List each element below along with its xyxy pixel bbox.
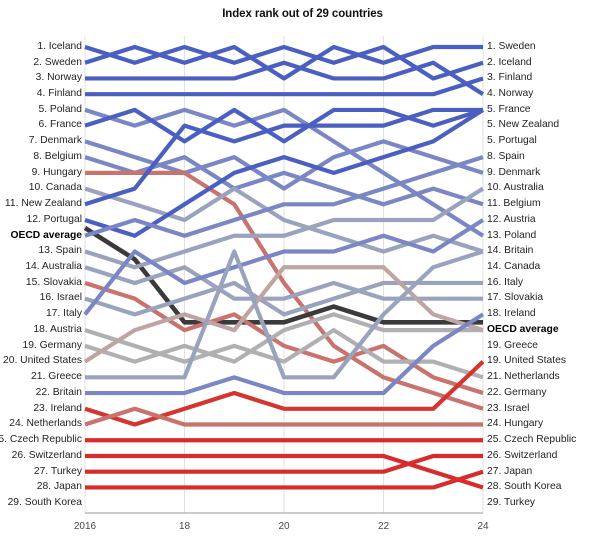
rank-label-left: 23. Ireland (33, 402, 82, 414)
rank-label-left: 2. Sweden (33, 56, 82, 68)
rank-label-left: 1. Iceland (37, 40, 82, 52)
rank-label-left: 3. Norway (35, 72, 82, 84)
rank-label-left: 8. Belgium (33, 150, 82, 162)
rank-label-left: 7. Denmark (28, 135, 82, 147)
x-tick-label: 24 (477, 521, 489, 532)
rank-label-right: 9. Denmark (487, 166, 541, 178)
rank-label-right: 28. South Korea (487, 481, 562, 493)
rank-label-right: 27. Japan (487, 465, 533, 477)
rank-label-right: 5. France (487, 103, 531, 115)
x-tick-label: 2016 (73, 521, 97, 532)
rank-label-left: 26. Switzerland (11, 449, 82, 461)
rank-label-left: 18. Austria (33, 323, 82, 335)
rank-label-left: 10. Canada (28, 182, 82, 194)
rank-label-left: 28. Japan (36, 481, 82, 493)
rank-label-left: 22. Britain (35, 386, 82, 398)
rank-label-right: 18. Ireland (487, 308, 536, 320)
rank-label-left: 15. Slovakia (25, 276, 82, 288)
x-tick-label: 22 (377, 521, 390, 532)
rank-label-right: 10. Australia (487, 182, 544, 194)
x-tick-label: 20 (278, 521, 290, 532)
rank-label-right: 2. Iceland (487, 56, 532, 68)
rank-label-left: 14. Australia (25, 261, 82, 273)
rank-label-left: 19. Germany (22, 339, 82, 351)
rank-label-right: 5. New Zealand (487, 119, 560, 131)
rank-label-left: 27. Turkey (33, 465, 82, 477)
rank-label-right: 24. Hungary (487, 418, 544, 430)
rank-label-right: 4. Norway (487, 87, 534, 99)
rank-label-right: 5. Portugal (487, 135, 537, 147)
rank-label-left: 6. France (38, 119, 83, 131)
rank-label-right: 16. Italy (487, 276, 524, 288)
rank-label-right: 29. Turkey (487, 496, 536, 508)
x-tick-label: 18 (178, 521, 191, 532)
rank-label-right: 14. Britain (487, 245, 534, 257)
rank-label-right: 25. Czech Republic (487, 434, 577, 446)
rank-label-right: 11. Belgium (487, 198, 541, 210)
rank-label-right: 19. Greece (487, 339, 538, 351)
rank-label-left: 17. Italy (45, 308, 82, 320)
rank-label-left: 24. Netherlands (9, 418, 82, 430)
rank-label-left: OECD average (10, 229, 82, 241)
rank-label-right: 17. Slovakia (487, 292, 544, 304)
rank-label-left: 11. New Zealand (4, 198, 82, 210)
rank-label-left: 29. South Korea (7, 496, 82, 508)
bump-chart: Index rank out of 29 countries 1. Icelan… (0, 0, 605, 547)
rank-label-right: 21. Netherlands (487, 371, 560, 383)
rank-label-left: 25. Czech Republic (0, 434, 82, 446)
rank-label-left: 21. Greece (31, 371, 82, 383)
rank-label-right: 12. Austria (487, 213, 536, 225)
rank-label-right: 8. Spain (487, 150, 525, 162)
rank-label-left: 4. Finland (36, 87, 82, 99)
rank-label-left: 20. United States (3, 355, 82, 367)
rank-label-right: 26. Switzerland (487, 449, 558, 461)
rank-label-left: 9. Hungary (31, 166, 82, 178)
rank-label-left: 5. Poland (38, 103, 82, 115)
rank-label-right: 13. Poland (487, 229, 537, 241)
rank-label-right: 14. Canada (487, 261, 541, 273)
rank-label-right: OECD average (487, 323, 559, 335)
rank-label-right: 19. United States (487, 355, 566, 367)
rank-label-left: 16. Israel (39, 292, 82, 304)
rank-label-right: 3. Finland (487, 72, 533, 84)
rank-label-right: 22. Germany (487, 386, 547, 398)
rank-label-right: 23. Israel (487, 402, 530, 414)
rank-label-right: 1. Sweden (487, 40, 536, 52)
rank-label-left: 13. Spain (38, 245, 82, 257)
rank-label-left: 12. Portugal (26, 213, 82, 225)
